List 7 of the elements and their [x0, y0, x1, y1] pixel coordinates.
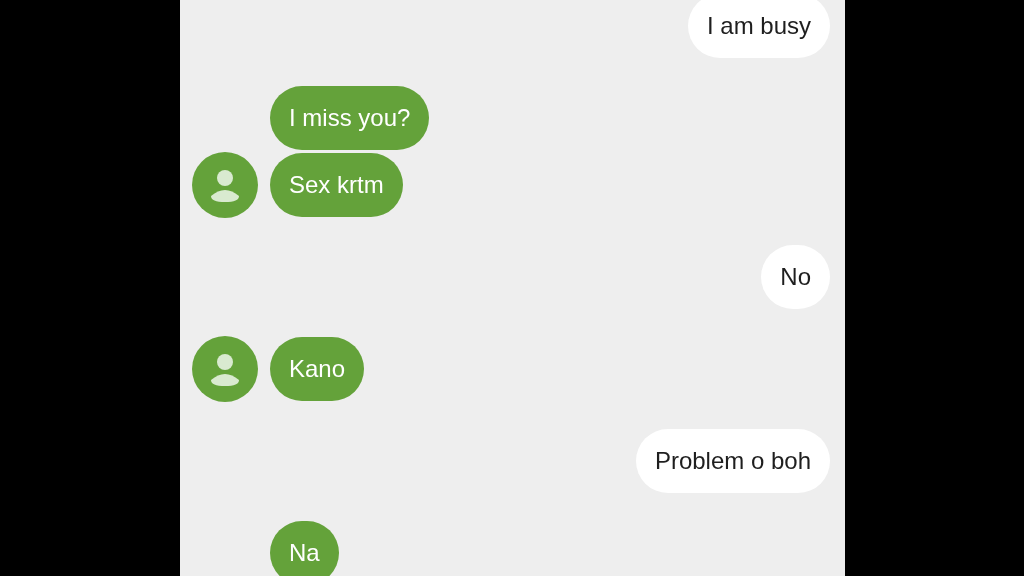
message-bubble: Problem o boh — [635, 429, 830, 493]
message-bubble: Kano — [270, 337, 365, 401]
message-bubble: Na — [270, 521, 339, 576]
message-bubble: I am busy — [687, 0, 830, 58]
message-bubble: I miss you? — [270, 86, 430, 150]
message-bubble: No — [761, 245, 830, 309]
message-bubble: Sex krtm — [270, 153, 403, 217]
